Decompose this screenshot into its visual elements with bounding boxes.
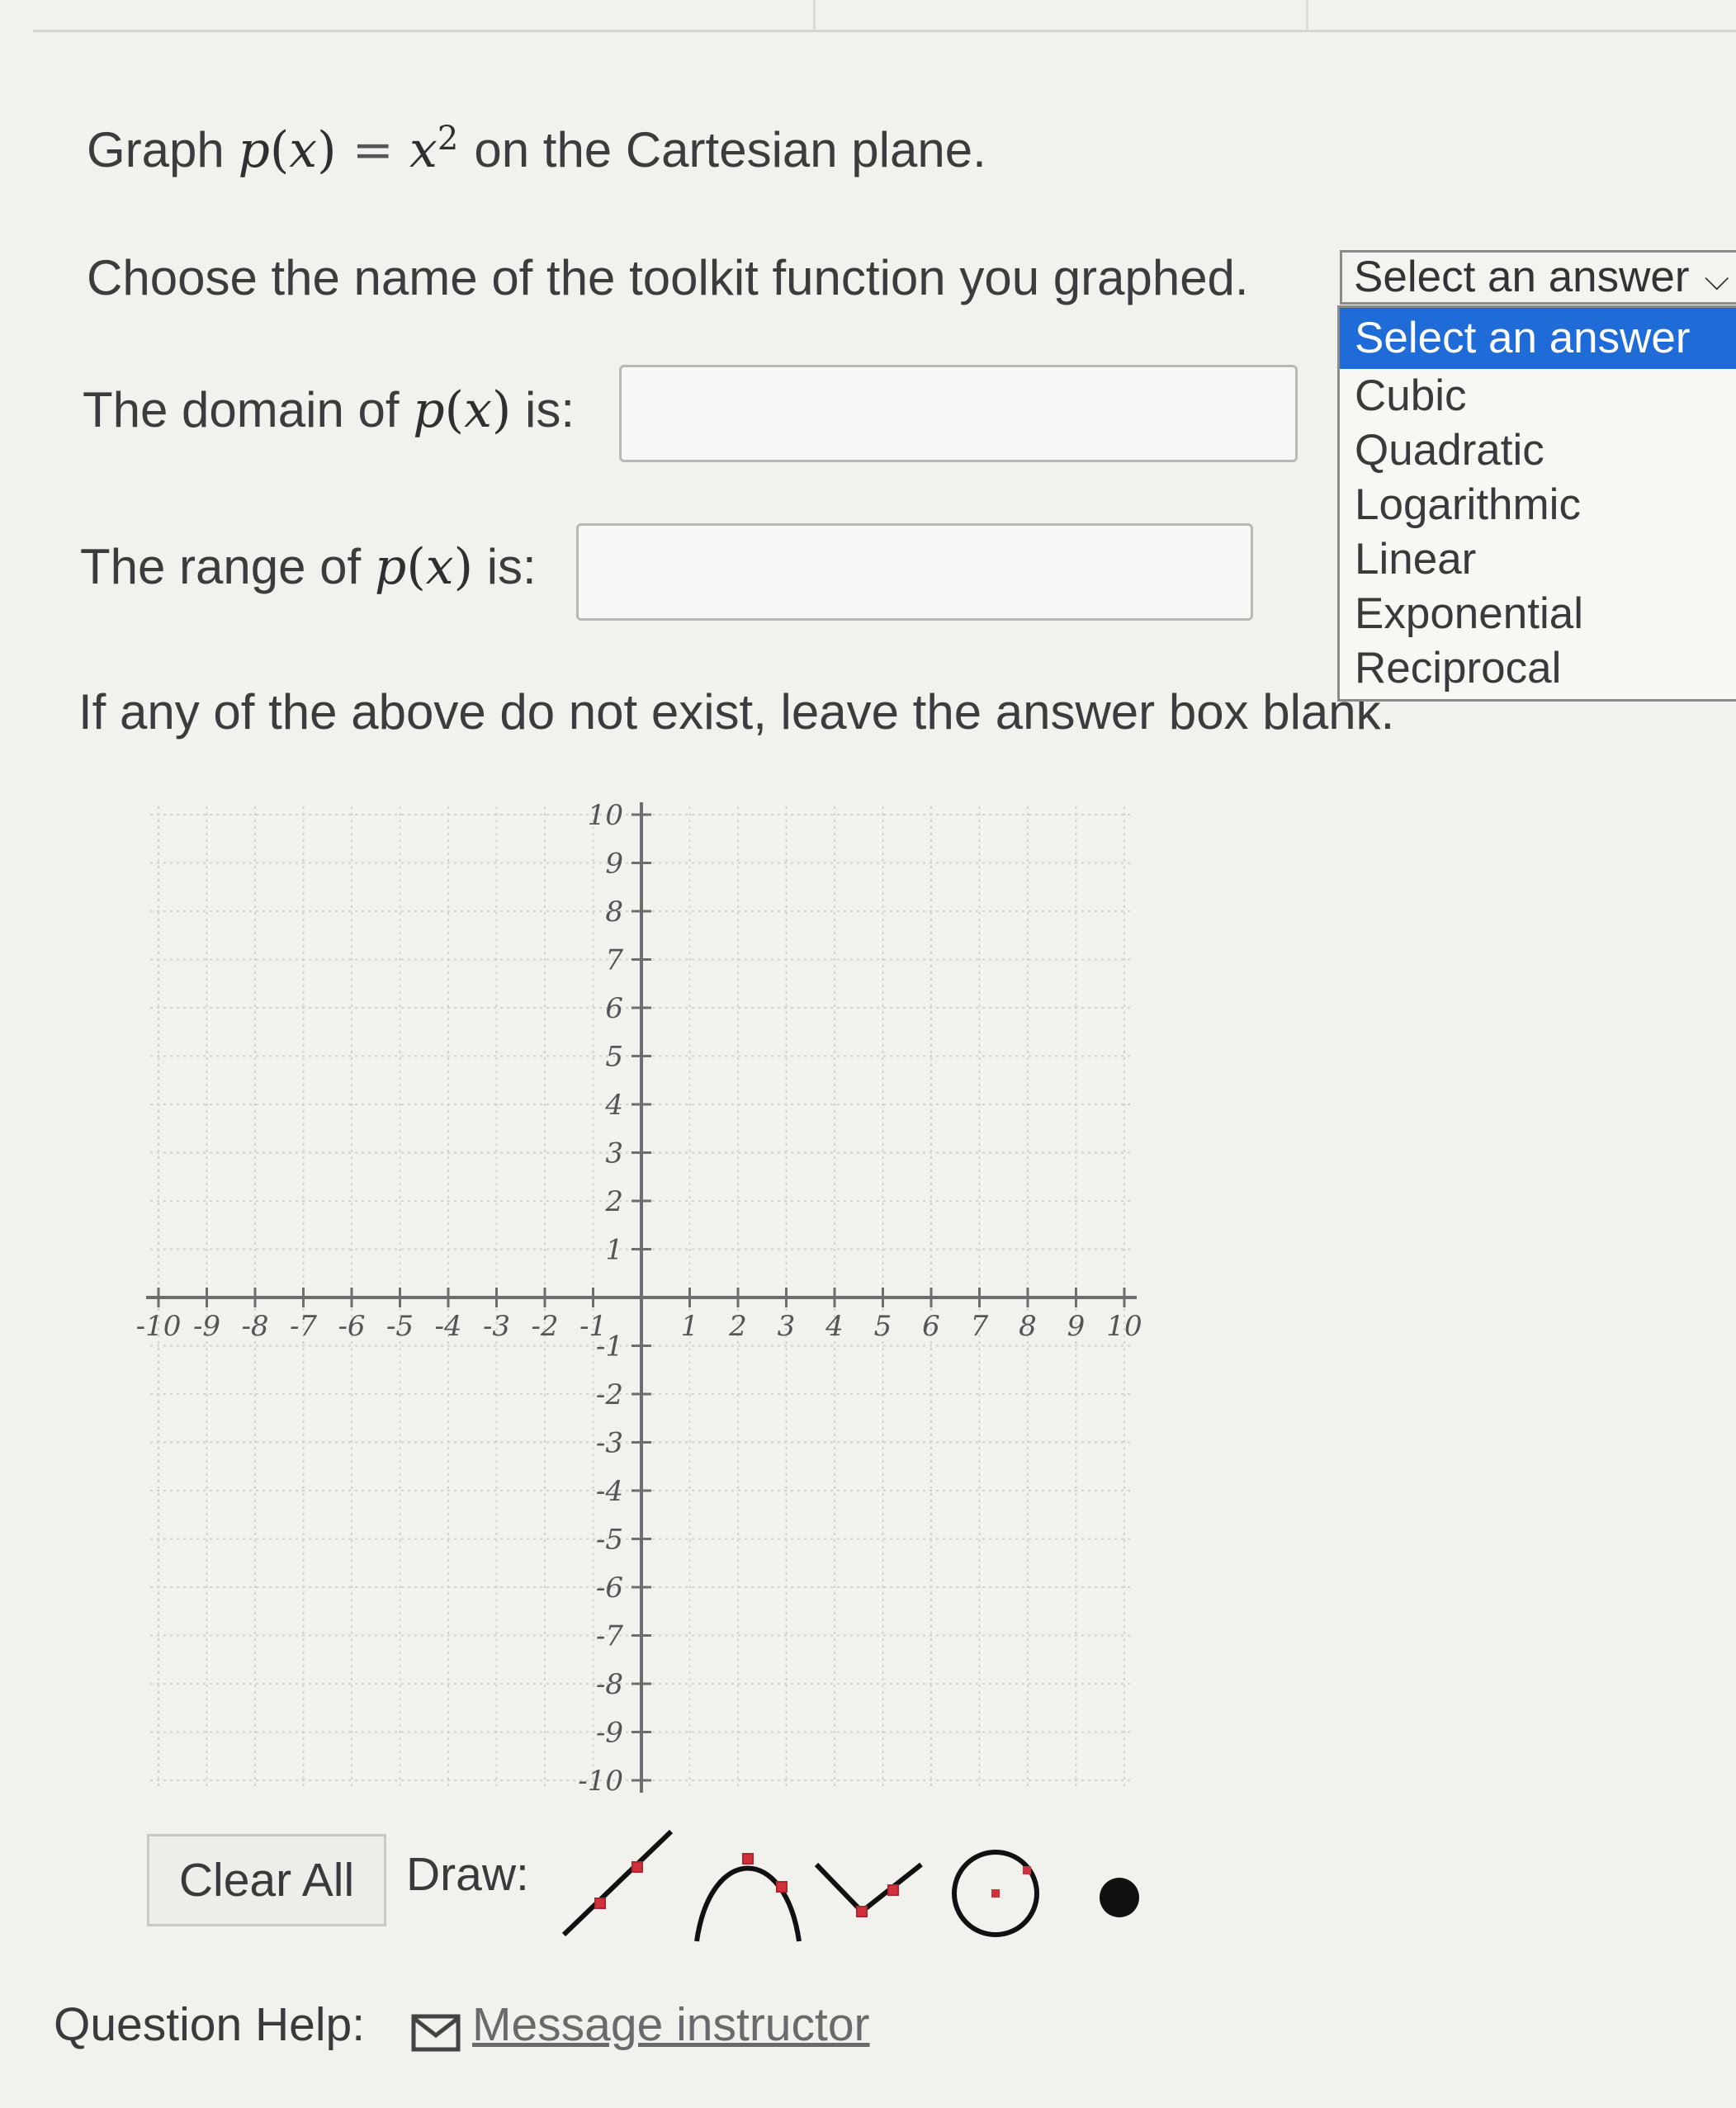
toolkit-question: Choose the name of the toolkit function … (87, 250, 1249, 305)
x-tick-label: -9 (193, 1310, 220, 1343)
chevron-down-icon: ⌵ (1704, 261, 1729, 297)
x-tick-label: -8 (241, 1310, 268, 1343)
option-logarithmic[interactable]: Logarithmic (1340, 478, 1736, 532)
blank-note: If any of the above do not exist, leave … (78, 684, 1395, 740)
tab-divider (813, 0, 816, 30)
x-tick-label: -7 (290, 1310, 317, 1343)
y-tick-label: -1 (596, 1330, 623, 1364)
option-select-an-answer[interactable]: Select an answer (1340, 308, 1736, 369)
x-tick-label: -6 (338, 1310, 365, 1343)
y-tick-label: -8 (596, 1668, 623, 1701)
line-tool-icon[interactable] (551, 1819, 684, 1951)
toolkit-options-list: Select an answer Cubic Quadratic Logarit… (1337, 305, 1736, 702)
option-quadratic[interactable]: Quadratic (1340, 423, 1736, 478)
x-tick-label: 5 (874, 1310, 892, 1343)
x-tick-label: -10 (136, 1310, 181, 1343)
x-tick-label: -3 (483, 1310, 510, 1343)
clear-all-button[interactable]: Clear All (147, 1834, 386, 1926)
absolute-value-tool-icon[interactable] (812, 1819, 944, 1951)
x-tick-label: 6 (922, 1310, 940, 1343)
y-tick-label: -5 (596, 1524, 623, 1557)
y-tick-label: 1 (605, 1234, 623, 1267)
y-tick-label: -9 (596, 1717, 623, 1750)
y-tick-label: -4 (596, 1475, 623, 1508)
y-tick-label: -2 (596, 1378, 623, 1411)
parabola-down-tool-icon[interactable] (682, 1819, 814, 1951)
range-label: The range of p(x) is: (80, 538, 537, 596)
x-tick-label: -5 (386, 1310, 414, 1343)
x-tick-label: 10 (1106, 1310, 1142, 1343)
x-tick-label: -4 (434, 1310, 461, 1343)
option-linear[interactable]: Linear (1340, 532, 1736, 587)
x-tick-label: 9 (1067, 1310, 1086, 1343)
y-tick-label: 4 (604, 1089, 623, 1122)
x-tick-label: 2 (728, 1310, 747, 1343)
domain-label: The domain of p(x) is: (83, 381, 575, 439)
mail-icon (411, 2014, 461, 2052)
y-tick-label: -7 (596, 1620, 623, 1653)
point-tool-icon[interactable] (1057, 1819, 1190, 1951)
y-tick-label: 5 (605, 1041, 623, 1074)
circle-tool-icon[interactable] (929, 1819, 1062, 1951)
option-cubic[interactable]: Cubic (1340, 369, 1736, 423)
message-instructor-link[interactable]: Message instructor (472, 1997, 870, 2052)
x-tick-label: 8 (1019, 1310, 1037, 1343)
question-help-label: Question Help: (54, 1998, 366, 2051)
y-tick-label: 2 (604, 1185, 623, 1218)
option-reciprocal[interactable]: Reciprocal (1340, 641, 1736, 696)
draw-label: Draw: (406, 1848, 529, 1901)
y-tick-label: -10 (578, 1765, 623, 1798)
option-exponential[interactable]: Exponential (1340, 587, 1736, 641)
graph-canvas[interactable]: -10 -9 -8 -7 -6 -5 -4 -3 -2 -1 1 2 3 4 5 6 7 8 9 1010987654… (136, 784, 1160, 1808)
x-tick-label: 4 (825, 1310, 844, 1343)
y-tick-label: 10 (588, 799, 623, 832)
y-tick-label: 8 (605, 896, 623, 929)
x-tick-label: 7 (971, 1310, 989, 1343)
y-tick-label: 6 (605, 992, 623, 1025)
x-tick-label: 3 (778, 1310, 796, 1343)
tab-divider (1306, 0, 1308, 30)
toolkit-select[interactable]: Select an answer ⌵ (1340, 250, 1736, 305)
x-tick-label: 1 (681, 1310, 699, 1343)
top-border (33, 30, 1736, 32)
y-tick-label: 3 (605, 1137, 623, 1170)
y-tick-label: 9 (605, 848, 623, 881)
y-tick-label: -3 (596, 1427, 623, 1460)
y-tick-label: 7 (605, 944, 623, 977)
range-input[interactable] (576, 523, 1253, 621)
question-prompt: Graph p(x) = x2 on the Cartesian plane. (87, 120, 986, 179)
y-tick-label: -6 (596, 1572, 623, 1605)
x-tick-label: -2 (531, 1310, 558, 1343)
domain-input[interactable] (619, 365, 1298, 462)
